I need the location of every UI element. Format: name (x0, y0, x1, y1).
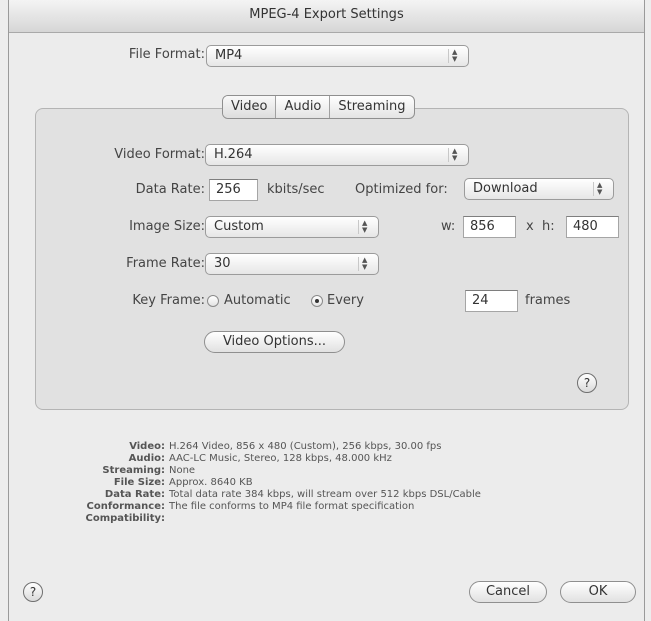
width-label: w: (441, 219, 456, 234)
popup-arrows-icon: ▲ ▼ (593, 182, 607, 196)
popup-arrows-icon: ▲ ▼ (448, 49, 462, 63)
export-settings-window: MPEG-4 Export Settings File Format: MP4 … (8, 0, 645, 621)
tab-streaming[interactable]: Streaming (330, 96, 413, 118)
optimized-for-popup[interactable]: Download ▲ ▼ (464, 178, 614, 200)
video-format-popup[interactable]: H.264 ▲ ▼ (205, 144, 469, 166)
frame-rate-label: Frame Rate: (126, 256, 205, 271)
popup-arrows-icon: ▲ ▼ (358, 257, 372, 271)
settings-tabs: Video Audio Streaming (222, 95, 415, 119)
optimized-for-label: Optimized for: (355, 182, 448, 197)
width-input[interactable]: 856 (463, 216, 516, 238)
image-size-value: Custom (214, 219, 264, 234)
summary-row: Compatibility: (85, 513, 165, 524)
panel-help-icon[interactable]: ? (577, 373, 597, 393)
file-format-label: File Format: (128, 47, 205, 62)
key-frame-automatic-radio[interactable] (207, 295, 219, 307)
summary-row: Video: H.264 Video, 856 x 480 (Custom), 2… (129, 441, 442, 452)
file-format-popup[interactable]: MP4 ▲ ▼ (206, 45, 469, 67)
data-rate-input[interactable]: 256 (209, 179, 258, 201)
tab-audio[interactable]: Audio (276, 96, 331, 118)
optimized-for-value: Download (473, 181, 538, 196)
file-format-value: MP4 (215, 48, 243, 63)
video-options-button[interactable]: Video Options... (204, 331, 345, 353)
key-frame-every-label: Every (327, 293, 364, 308)
video-format-label: Video Format: (114, 147, 205, 162)
window-title: MPEG-4 Export Settings (9, 0, 644, 33)
summary-row: Data Rate: Total data rate 384 kbps, will… (104, 489, 481, 500)
key-frame-every-radio[interactable] (311, 295, 323, 307)
key-frame-automatic-label: Automatic (224, 293, 291, 308)
settings-summary: Video: H.264 Video, 856 x 480 (Custom), 2… (49, 441, 629, 525)
cancel-button[interactable]: Cancel (469, 581, 547, 603)
key-frame-label: Key Frame: (132, 293, 205, 308)
frame-rate-value: 30 (214, 256, 231, 271)
window-help-icon[interactable]: ? (23, 582, 43, 602)
tab-video[interactable]: Video (223, 96, 277, 118)
summary-row: Audio: AAC-LC Music, Stereo, 128 kbps, 48… (128, 453, 392, 464)
image-size-popup[interactable]: Custom ▲ ▼ (205, 216, 379, 238)
height-input[interactable]: 480 (566, 216, 619, 238)
radio-selected-dot (315, 299, 319, 303)
height-label: x h: (526, 219, 555, 234)
popup-arrows-icon: ▲ ▼ (358, 220, 372, 234)
data-rate-unit: kbits/sec (267, 182, 325, 197)
key-frame-unit: frames (525, 293, 571, 308)
data-rate-label: Data Rate: (135, 182, 205, 197)
key-frame-interval-input[interactable]: 24 (465, 290, 518, 312)
popup-arrows-icon: ▲ ▼ (448, 148, 462, 162)
summary-row: Streaming: None (102, 465, 196, 476)
frame-rate-popup[interactable]: 30 ▲ ▼ (205, 253, 379, 275)
ok-button[interactable]: OK (560, 581, 636, 603)
summary-row: File Size: Approx. 8640 KB (113, 477, 253, 488)
summary-row: Conformance: The file conforms to MP4 fil… (86, 501, 415, 512)
image-size-label: Image Size: (129, 219, 205, 234)
video-format-value: H.264 (214, 147, 253, 162)
